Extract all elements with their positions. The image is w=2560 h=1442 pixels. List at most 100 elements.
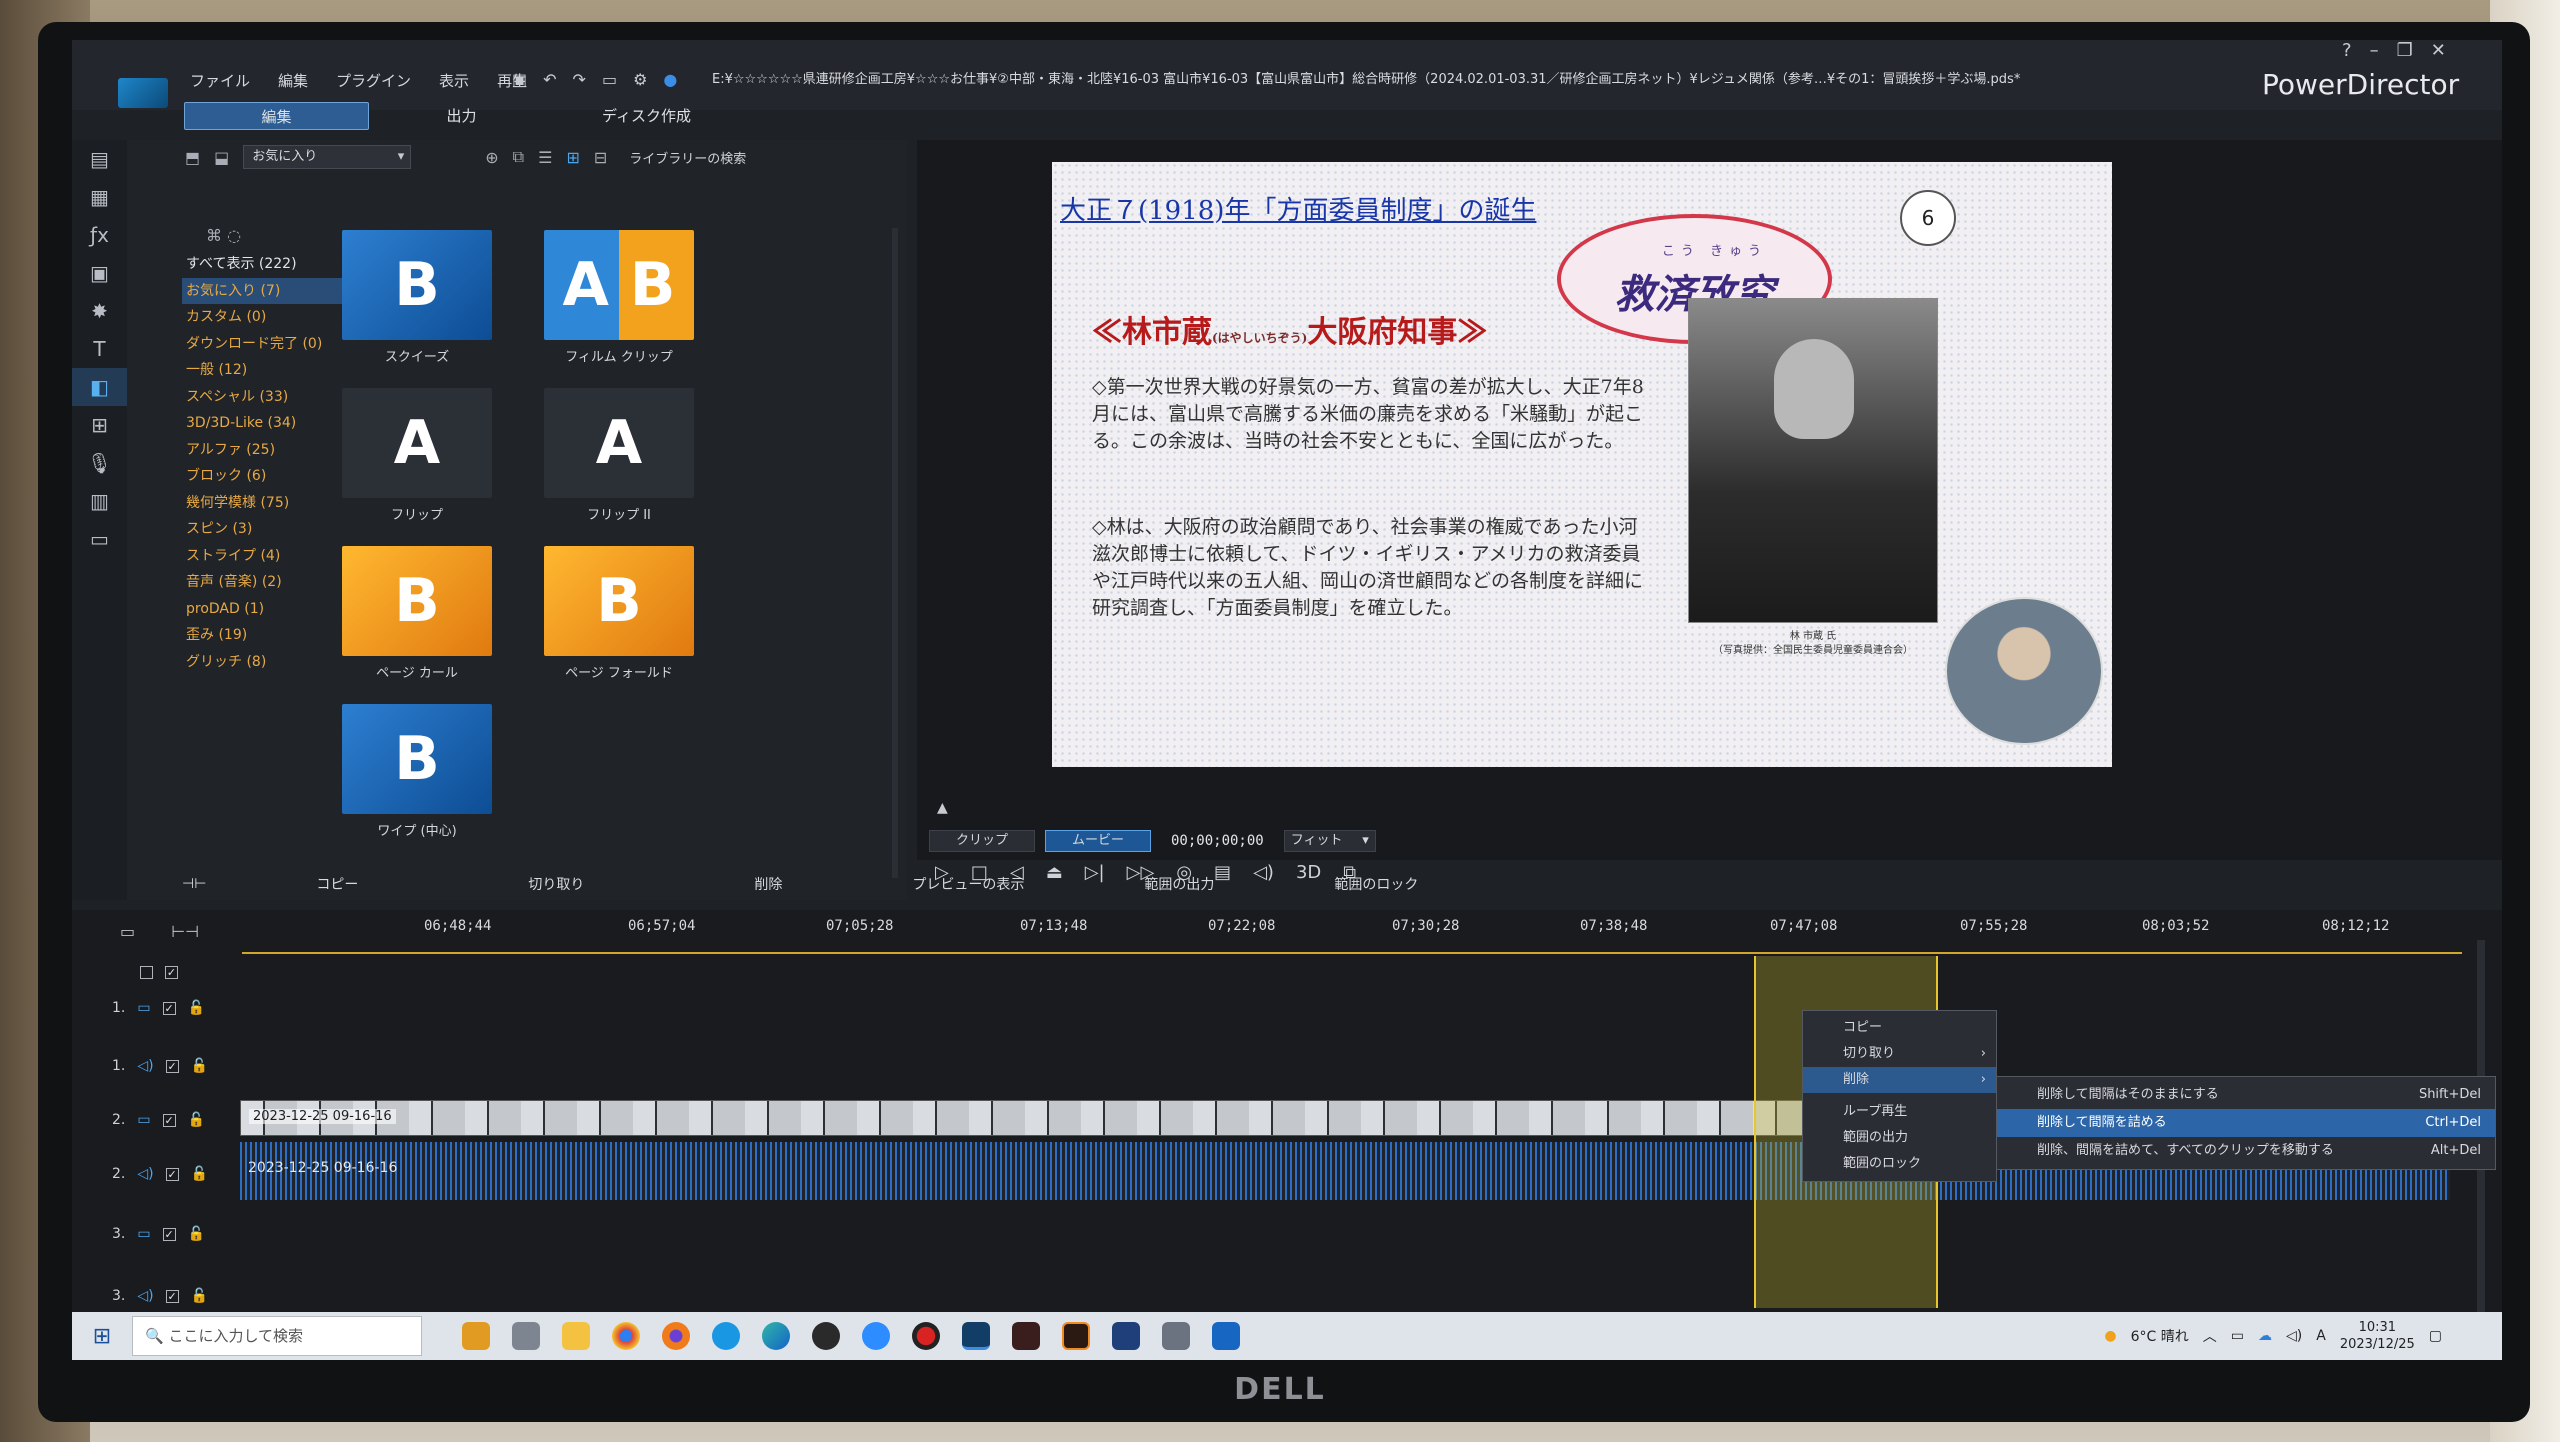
account-icon[interactable]: ● (663, 70, 677, 89)
file-explorer-icon[interactable] (562, 1322, 590, 1350)
menu-edit[interactable]: 編集 (278, 70, 308, 91)
powerdirector-icon[interactable] (962, 1322, 990, 1350)
category-dropdown[interactable]: お気に入り (243, 145, 412, 169)
menu-view[interactable]: 表示 (439, 70, 469, 91)
track-enable-checkbox[interactable]: ✓ (162, 1113, 176, 1127)
outlook-icon[interactable] (1212, 1322, 1240, 1350)
ctx-copy[interactable]: コピー (1803, 1015, 1996, 1041)
subtitle-room-icon[interactable]: ▭ (72, 520, 127, 558)
undo-icon[interactable]: ↶ (543, 70, 556, 89)
preview-slider-icon[interactable]: ▲ (937, 800, 948, 816)
briefcase-icon[interactable] (462, 1322, 490, 1350)
clip-mode-button[interactable]: クリップ (929, 830, 1035, 852)
media-room-icon[interactable]: ▤ (72, 140, 127, 178)
category-item[interactable]: proDAD (1) (182, 596, 362, 623)
ctx-export-range[interactable]: 範囲の出力 (1803, 1125, 1996, 1151)
zoom-icon[interactable] (862, 1322, 890, 1350)
movie-mode-button[interactable]: ムービー (1045, 830, 1151, 852)
category-item[interactable]: スペシャル (33) (182, 384, 362, 411)
transition-thumb[interactable]: A フリップ II (544, 388, 694, 523)
transition-thumb[interactable]: A B フィルム クリップ (544, 230, 694, 365)
camera-icon[interactable] (1162, 1322, 1190, 1350)
redo-icon[interactable]: ↷ (573, 70, 586, 89)
category-item[interactable]: ブロック (6) (182, 463, 362, 490)
plugin-icon[interactable]: ⬓ (214, 148, 229, 167)
gear-icon[interactable]: ⚙ (633, 70, 647, 89)
library-scrollbar[interactable] (892, 228, 898, 878)
select-all-checkbox[interactable] (140, 965, 153, 979)
lock-icon[interactable]: 🔓 (191, 1058, 208, 1074)
delete-keep-gap[interactable]: 削除して間隔はそのままにする Shift+Del (1997, 1081, 2495, 1109)
transition-thumb[interactable]: B スクイーズ (342, 230, 492, 365)
ctx-lock-range[interactable]: 範囲のロック (1803, 1151, 1996, 1177)
tag-icon[interactable]: ⌘ ◌ (206, 226, 362, 245)
menu-plugin[interactable]: プラグイン (336, 70, 411, 91)
category-item[interactable]: グリッチ (8) (182, 649, 362, 676)
close-icon[interactable]: ✕ (2431, 40, 2446, 61)
title-room-icon[interactable]: T (72, 330, 127, 368)
list-view-icon[interactable]: ☰ (538, 148, 552, 167)
category-item[interactable]: すべて表示 (222) (182, 251, 362, 278)
enable-all-checkbox[interactable]: ✓ (165, 965, 178, 979)
ctx-loop[interactable]: ループ再生 (1803, 1099, 1996, 1125)
taskbar-clock[interactable]: 10:31 2023/12/25 (2340, 1319, 2415, 1353)
notification-icon[interactable]: ▢ (2429, 1328, 2442, 1344)
timeline-fit-icon[interactable]: ⊢⊣ (171, 922, 199, 941)
network-icon[interactable]: ▭ (2231, 1328, 2244, 1344)
template-room-icon[interactable]: ▦ (72, 178, 127, 216)
small-view-icon[interactable]: ⊟ (594, 148, 607, 167)
timecode[interactable]: 00;00;00;00 (1171, 833, 1264, 849)
skype-icon[interactable] (712, 1322, 740, 1350)
restore-icon[interactable]: ❐ (2397, 40, 2413, 61)
weather-text[interactable]: 6°C 晴れ (2131, 1326, 2189, 1346)
delete-fill-move-all[interactable]: 削除、間隔を詰めて、すべてのクリップを移動する Alt+Del (1997, 1137, 2495, 1165)
save-icon[interactable]: ▣ (512, 70, 527, 89)
transition-thumb[interactable]: A フリップ (342, 388, 492, 523)
ctx-cut[interactable]: 切り取り › (1803, 1041, 1996, 1067)
preview-button[interactable]: プレビューの表示 (912, 874, 1024, 894)
category-item[interactable]: 音声 (音楽) (2) (182, 569, 362, 596)
transition-thumb[interactable]: B ページ フォールド (544, 546, 694, 681)
fit-dropdown[interactable]: フィット (1283, 830, 1376, 852)
track-enable-checkbox[interactable]: ✓ (162, 1227, 176, 1241)
track-manager-icon[interactable]: ▭ (120, 922, 135, 941)
firefox-icon[interactable] (662, 1322, 690, 1350)
lock-icon[interactable]: 🔓 (188, 1000, 205, 1016)
delete-fill-gap[interactable]: 削除して間隔を詰める Ctrl+Del (1997, 1109, 2495, 1137)
category-item[interactable]: スピン (3) (182, 516, 362, 543)
film-app-icon[interactable] (1012, 1322, 1040, 1350)
volume-icon[interactable]: ◁) (2286, 1328, 2302, 1344)
photo-app-icon[interactable] (1112, 1322, 1140, 1350)
lock-icon[interactable]: 🔓 (191, 1288, 208, 1304)
category-item[interactable]: 幾何学模様 (75) (182, 490, 362, 517)
particle-room-icon[interactable]: ✸ (72, 292, 127, 330)
add-icon[interactable]: ⊕ (485, 148, 498, 167)
delete-button[interactable]: 削除 (754, 874, 782, 894)
import-icon[interactable]: ⬒ (185, 148, 200, 167)
task-view-icon[interactable] (512, 1322, 540, 1350)
chapter-room-icon[interactable]: ▥ (72, 482, 127, 520)
mixing-room-icon[interactable]: ⊞ (72, 406, 127, 444)
category-item[interactable]: お気に入り (7) (182, 277, 362, 304)
fit-timeline-icon[interactable]: ⊣⊢ (182, 876, 206, 892)
effect-room-icon[interactable]: ƒx (72, 216, 127, 254)
chevron-up-icon[interactable]: ︿ (2203, 1326, 2217, 1346)
copy-icon[interactable]: ⧉ (513, 147, 524, 167)
minimize-icon[interactable]: – (2370, 40, 2379, 61)
help-icon[interactable]: ? (2342, 40, 2352, 61)
tab-produce[interactable]: 出力 (369, 102, 554, 130)
tab-disc[interactable]: ディスク作成 (554, 102, 739, 130)
transition-thumb[interactable]: B ワイプ (中心) (342, 704, 492, 839)
voiceover-icon[interactable]: 🎙 (72, 444, 127, 482)
record-icon[interactable] (912, 1322, 940, 1350)
chrome-icon[interactable] (612, 1322, 640, 1350)
track-enable-checkbox[interactable]: ✓ (165, 1059, 179, 1073)
windows-start-icon[interactable]: ⊞ (72, 1324, 132, 1349)
copy-button[interactable]: コピー (316, 874, 358, 894)
track-enable-checkbox[interactable]: ✓ (165, 1167, 179, 1181)
lock-range-button[interactable]: 範囲のロック (1334, 874, 1418, 894)
audio-app-icon[interactable] (1062, 1322, 1090, 1350)
pip-room-icon[interactable]: ▣ (72, 254, 127, 292)
category-item[interactable]: カスタム (0) (182, 304, 362, 331)
ime-indicator[interactable]: A (2316, 1328, 2326, 1344)
